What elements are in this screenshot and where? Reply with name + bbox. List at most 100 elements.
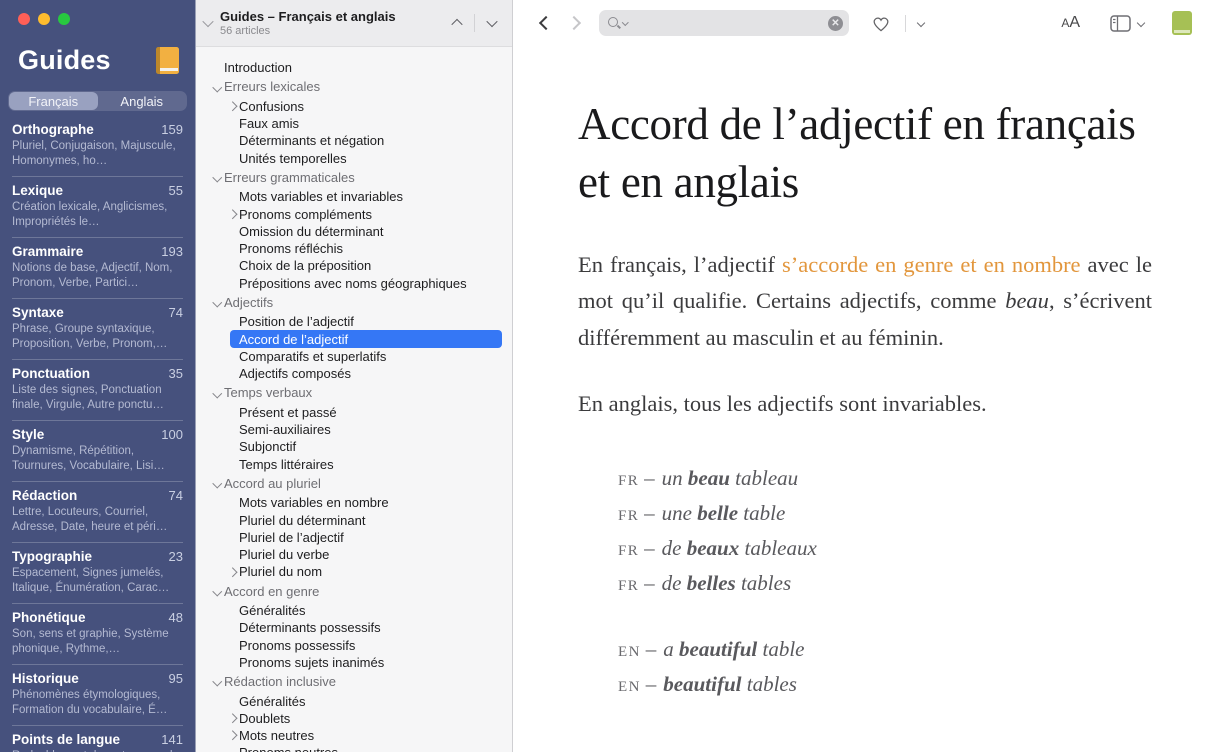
tree-item[interactable]: Doublets (196, 710, 512, 727)
disclosure-chevron-icon[interactable] (211, 299, 224, 306)
back-icon (539, 16, 553, 30)
tree-item[interactable]: Pronoms compléments (196, 205, 512, 222)
tree-item-label: Prépositions avec noms géographiques (239, 276, 467, 291)
category-item[interactable]: Lexique 55 Création lexicale, Anglicisme… (5, 176, 190, 237)
text-size-button[interactable]: AA (1061, 14, 1080, 32)
disclosure-chevron-icon[interactable] (211, 678, 224, 685)
disclosure-chevron-icon[interactable] (226, 211, 239, 218)
reading-pane-menu-button[interactable] (1138, 20, 1144, 26)
disclosure-chevron-icon[interactable] (211, 390, 224, 397)
category-item[interactable]: Ponctuation 35 Liste des signes, Ponctua… (5, 359, 190, 420)
disclosure-chevron-icon[interactable] (226, 569, 239, 576)
reading-pane-button[interactable] (1110, 15, 1131, 32)
category-name: Syntaxe (12, 305, 64, 320)
tree-item[interactable]: Présent et passé (196, 404, 512, 421)
tree-item[interactable]: Semi-auxiliaires (196, 421, 512, 438)
next-article-button[interactable] (488, 19, 496, 27)
tree-item-label: Erreurs grammaticales (224, 170, 355, 185)
example-adjective: belle (697, 501, 738, 525)
clear-search-button[interactable]: ✕ (828, 16, 843, 31)
disclosure-chevron-icon[interactable] (211, 84, 224, 91)
tree-item[interactable]: Généralités (196, 602, 512, 619)
tree-item[interactable]: Omission du déterminant (196, 223, 512, 240)
article-paragraph-2: En anglais, tous les adjectifs sont inva… (578, 386, 1152, 422)
tree-item-label: Pluriel du déterminant (239, 513, 365, 528)
example-text: de (662, 571, 687, 595)
tree-item[interactable]: Mots variables et invariables (196, 188, 512, 205)
category-item[interactable]: Style 100 Dynamisme, Répétition, Tournur… (5, 420, 190, 481)
tree-item[interactable]: Déterminants et négation (196, 132, 512, 149)
tree-item[interactable]: Mots variables en nombre (196, 494, 512, 511)
tree-item[interactable]: Choix de la préposition (196, 257, 512, 274)
tree-item[interactable]: Temps littéraires (196, 456, 512, 473)
tree-item[interactable]: Mots neutres (196, 727, 512, 744)
tree-item[interactable]: Accord de l’adjectif (196, 330, 512, 347)
search-field[interactable]: ✕ (599, 10, 849, 36)
tree-item[interactable]: Erreurs lexicales (196, 78, 512, 95)
tree-item[interactable]: Faux amis (196, 115, 512, 132)
disclosure-chevron-icon[interactable] (211, 588, 224, 595)
tree-item[interactable]: Pronoms possessifs (196, 637, 512, 654)
tree-item[interactable]: Pronoms sujets inanimés (196, 654, 512, 671)
tree-item[interactable]: Pronoms réfléchis (196, 240, 512, 257)
category-item[interactable]: Rédaction 74 Lettre, Locuteurs, Courriel… (5, 481, 190, 542)
tree-item[interactable]: Déterminants possessifs (196, 619, 512, 636)
forward-button[interactable] (569, 18, 579, 28)
tree-item[interactable]: Erreurs grammaticales (196, 169, 512, 186)
example-text: tableau (730, 466, 798, 490)
category-item[interactable]: Grammaire 193 Notions de base, Adjectif,… (5, 237, 190, 298)
disclosure-chevron-icon[interactable] (226, 715, 239, 722)
disclosure-chevron-icon[interactable] (211, 480, 224, 487)
tree-item[interactable]: Adjectifs (196, 294, 512, 311)
tree-item-label: Déterminants possessifs (239, 620, 381, 635)
category-item[interactable]: Historique 95 Phénomènes étymologiques, … (5, 664, 190, 725)
tree-item[interactable]: Adjectifs composés (196, 365, 512, 382)
language-tag: FR (618, 508, 639, 524)
collapse-chevron-icon[interactable] (202, 16, 213, 27)
disclosure-chevron-icon[interactable] (226, 732, 239, 739)
disclosure-chevron-icon[interactable] (211, 174, 224, 181)
category-item[interactable]: Points de langue 141 Redoublement de mot… (5, 725, 190, 752)
tree-item[interactable]: Temps verbaux (196, 384, 512, 401)
tree-item[interactable]: Accord en genre (196, 583, 512, 600)
tree-item-label: Doublets (239, 711, 290, 726)
disclosure-chevron-icon[interactable] (226, 103, 239, 110)
zoom-button[interactable] (58, 13, 70, 25)
tree-item[interactable]: Pluriel de l’adjectif (196, 529, 512, 546)
tree-item[interactable]: Prépositions avec noms géographiques (196, 275, 512, 292)
heart-icon (871, 14, 891, 33)
article-link[interactable]: s’accorde en genre et en nombre (782, 252, 1081, 277)
tree-item[interactable]: Confusions (196, 98, 512, 115)
category-item[interactable]: Orthographe 159 Pluriel, Conjugaison, Ma… (5, 115, 190, 176)
back-button[interactable] (541, 18, 551, 28)
tree-item[interactable]: Rédaction inclusive (196, 673, 512, 690)
favorite-button[interactable] (871, 14, 891, 33)
tree-panel-subtitle: 56 articles (220, 25, 396, 37)
category-count: 74 (169, 488, 183, 503)
language-tab[interactable]: Français (9, 92, 98, 110)
search-scope-chevron-icon[interactable] (622, 19, 628, 25)
tree-item[interactable]: Position de l’adjectif (196, 313, 512, 330)
category-item[interactable]: Phonétique 48 Son, sens et graphie, Syst… (5, 603, 190, 664)
tree-item[interactable]: Subjonctif (196, 438, 512, 455)
favorites-menu-button[interactable] (918, 20, 924, 26)
example-adjective: beaux (687, 536, 740, 560)
tree-item[interactable]: Pluriel du déterminant (196, 511, 512, 528)
minimize-button[interactable] (38, 13, 50, 25)
language-tab[interactable]: Anglais (98, 92, 187, 110)
tree-item[interactable]: Pronoms neutres (196, 744, 512, 752)
tree-item[interactable]: Pluriel du nom (196, 563, 512, 580)
tree-item[interactable]: Accord au pluriel (196, 475, 512, 492)
category-item[interactable]: Syntaxe 74 Phrase, Groupe syntaxique, Pr… (5, 298, 190, 359)
search-input[interactable] (632, 16, 829, 31)
tree-item[interactable]: Comparatifs et superlatifs (196, 348, 512, 365)
previous-article-button[interactable] (453, 19, 461, 27)
tree-item[interactable]: Pluriel du verbe (196, 546, 512, 563)
english-guide-book-icon[interactable] (1172, 11, 1192, 35)
tree-item[interactable]: Introduction (196, 59, 512, 76)
close-button[interactable] (18, 13, 30, 25)
tree-item[interactable]: Généralités (196, 692, 512, 709)
tree-item[interactable]: Unités temporelles (196, 149, 512, 166)
category-item[interactable]: Typographie 23 Espacement, Signes jumelé… (5, 542, 190, 603)
tree-item-label: Rédaction inclusive (224, 674, 336, 689)
